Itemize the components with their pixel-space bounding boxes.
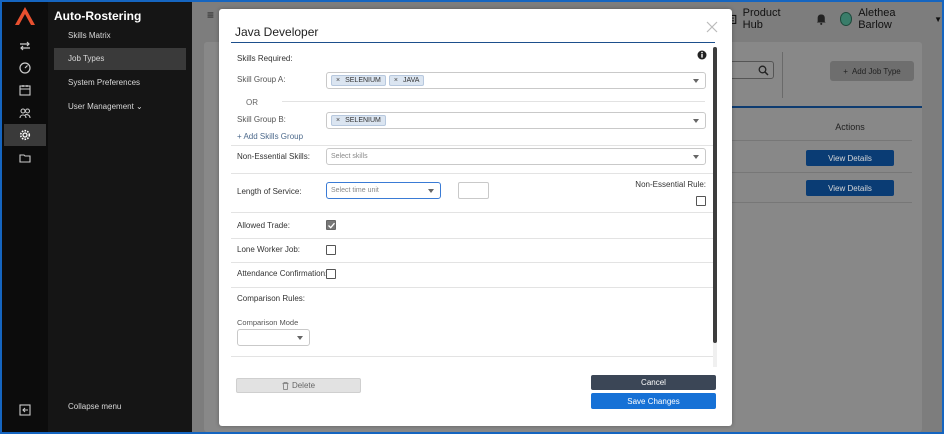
- save-changes-button[interactable]: Save Changes: [591, 393, 716, 409]
- app-title: Auto-Rostering: [54, 9, 142, 23]
- table-row-divider: [724, 202, 912, 203]
- chevron-down-icon[interactable]: [693, 119, 699, 123]
- section-divider: [231, 238, 713, 239]
- section-divider: [231, 262, 713, 263]
- or-separator-line: [282, 101, 705, 102]
- user-name[interactable]: Alethea Barlow: [858, 7, 924, 31]
- table-header-line: [724, 106, 922, 108]
- remove-chip-icon[interactable]: ×: [336, 117, 340, 124]
- comparison-rules-label: Comparison Rules:: [237, 294, 306, 303]
- delete-label: Delete: [291, 381, 316, 390]
- comparison-mode-label: Comparison Mode: [237, 318, 299, 327]
- menu-item-skills-matrix[interactable]: Skills Matrix: [54, 25, 186, 47]
- length-of-service-value-input[interactable]: [458, 182, 489, 199]
- menu-item-system-preferences[interactable]: System Preferences: [54, 72, 186, 94]
- view-details-button[interactable]: View Details: [806, 180, 894, 196]
- attendance-confirmation-label: Attendance Confirmation:: [237, 269, 328, 278]
- skill-group-a-label: Skill Group A:: [237, 75, 286, 84]
- chevron-down-icon[interactable]: [693, 79, 699, 83]
- side-menu: Auto-Rostering Skills Matrix Job Types S…: [48, 2, 192, 432]
- cancel-button[interactable]: Cancel: [591, 375, 716, 390]
- gear-icon[interactable]: [4, 124, 46, 146]
- skill-group-b-select[interactable]: × SELENIUM: [326, 112, 706, 129]
- skill-chip[interactable]: × JAVA: [388, 75, 425, 86]
- section-divider: [231, 173, 713, 174]
- app-frame: Auto-Rostering Skills Matrix Job Types S…: [2, 2, 942, 432]
- non-essential-skills-label: Non-Essential Skills:: [237, 152, 310, 161]
- collapse-icon[interactable]: [15, 400, 35, 420]
- add-skills-group-link[interactable]: + Add Skills Group: [237, 132, 303, 141]
- info-icon[interactable]: [697, 50, 707, 60]
- collapse-menu-label[interactable]: Collapse menu: [68, 402, 121, 411]
- scrollbar-thumb[interactable]: [713, 47, 717, 343]
- section-divider: [231, 212, 713, 213]
- search-icon: [758, 65, 769, 76]
- skills-required-label: Skills Required:: [237, 54, 293, 63]
- skill-chip-label: SELENIUM: [345, 117, 381, 124]
- folder-icon[interactable]: [15, 148, 35, 168]
- allowed-trade-label: Allowed Trade:: [237, 221, 290, 230]
- time-unit-placeholder: Select time unit: [331, 187, 379, 194]
- or-separator-label: OR: [246, 98, 258, 107]
- chevron-down-icon[interactable]: [297, 336, 303, 340]
- skill-chip[interactable]: × SELENIUM: [331, 75, 386, 86]
- skill-chip-label: SELENIUM: [345, 77, 381, 84]
- attendance-confirmation-checkbox[interactable]: [326, 269, 336, 279]
- add-job-type-button[interactable]: + Add Job Type: [830, 61, 914, 81]
- non-essential-rule-label: Non-Essential Rule:: [635, 180, 706, 189]
- modal-title: Java Developer: [235, 25, 319, 39]
- icon-rail: [2, 2, 48, 432]
- gauge-icon[interactable]: [15, 58, 35, 78]
- view-details-button[interactable]: View Details: [806, 150, 894, 166]
- section-divider: [231, 356, 713, 357]
- lone-worker-label: Lone Worker Job:: [237, 245, 300, 254]
- bell-icon[interactable]: [815, 12, 827, 26]
- lone-worker-checkbox[interactable]: [326, 245, 336, 255]
- non-essential-rule-checkbox[interactable]: [696, 196, 706, 206]
- plus-icon: +: [843, 66, 848, 76]
- length-of-service-label: Length of Service:: [237, 187, 302, 196]
- skill-group-a-select[interactable]: × SELENIUM × JAVA: [326, 72, 706, 89]
- product-hub-link[interactable]: Product Hub: [743, 7, 797, 31]
- comparison-mode-select[interactable]: [237, 329, 310, 346]
- menu-item-job-types[interactable]: Job Types: [54, 48, 186, 70]
- chevron-down-icon[interactable]: [428, 189, 434, 193]
- close-icon[interactable]: [706, 21, 718, 33]
- checkmark-icon: [328, 222, 335, 229]
- skill-group-b-label: Skill Group B:: [237, 115, 286, 124]
- edit-job-type-modal: Java Developer Skills Required: Skill Gr…: [219, 9, 732, 426]
- hamburger-icon[interactable]: ≡: [207, 8, 217, 22]
- avatar[interactable]: [839, 12, 853, 26]
- remove-chip-icon[interactable]: ×: [394, 77, 398, 84]
- chevron-down-icon[interactable]: [693, 155, 699, 159]
- chevron-down-icon[interactable]: ▼: [934, 15, 942, 24]
- non-essential-skills-placeholder: Select skills: [331, 153, 368, 160]
- app-logo-icon: [15, 7, 35, 25]
- add-job-type-label: Add Job Type: [851, 66, 901, 76]
- skill-chip-label: JAVA: [402, 77, 420, 84]
- people-icon[interactable]: [15, 103, 35, 123]
- swap-icon[interactable]: [15, 36, 35, 56]
- table-row-divider: [724, 172, 912, 173]
- time-unit-select[interactable]: Select time unit: [326, 182, 441, 199]
- calendar-icon[interactable]: [15, 80, 35, 100]
- title-underline: [231, 42, 715, 43]
- allowed-trade-checkbox[interactable]: [326, 220, 336, 230]
- delete-button[interactable]: Delete: [236, 378, 361, 393]
- menu-item-user-management[interactable]: User Management ⌄: [54, 96, 186, 118]
- section-divider: [231, 287, 713, 288]
- non-essential-skills-select[interactable]: Select skills: [326, 148, 706, 165]
- toolbar-divider: [782, 52, 783, 98]
- table-row-divider: [724, 140, 912, 141]
- remove-chip-icon[interactable]: ×: [336, 77, 340, 84]
- actions-column-header: Actions: [835, 122, 865, 132]
- topbar-right: Product Hub Alethea Barlow ▼: [726, 7, 942, 31]
- skill-chip[interactable]: × SELENIUM: [331, 115, 386, 126]
- section-divider: [231, 145, 713, 146]
- trash-icon: [282, 381, 289, 390]
